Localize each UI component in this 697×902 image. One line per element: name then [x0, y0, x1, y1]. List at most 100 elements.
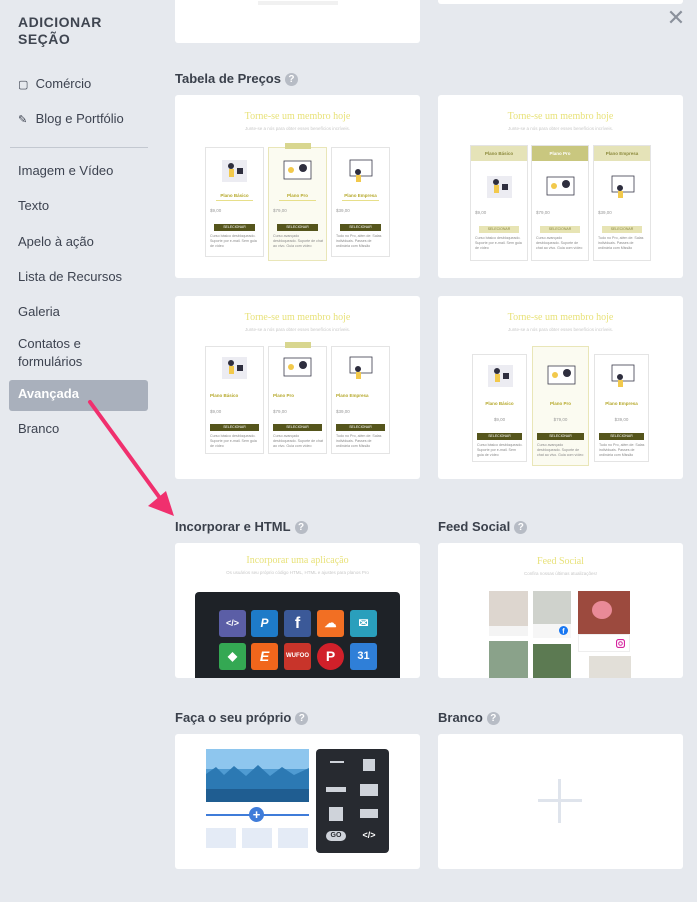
sidebar-item-imagem-video[interactable]: Imagem e Vídeo: [18, 162, 150, 180]
social-subheading: Confira nossas últimas atualizações!: [523, 571, 598, 576]
plan-tag: [285, 143, 311, 149]
social-heading: Feed Social: [537, 556, 584, 567]
plan-select-button: SELECIONAR: [537, 433, 584, 440]
wufoo-icon: WUFOO: [284, 643, 311, 670]
plan-name: Plano Pro: [549, 401, 571, 406]
sidebar-item-lista-recursos[interactable]: Lista de Recursos: [18, 268, 150, 286]
plan-price: $39,00: [598, 210, 612, 215]
plan-select-button: SELECIONAR: [477, 433, 522, 440]
plan-name: Plano Básico: [210, 393, 239, 398]
embed-template[interactable]: Incorporar uma aplicação Os usuários seu…: [175, 543, 420, 678]
plan-desc: Curso básico desbloqueado. Suporte por e…: [210, 234, 257, 248]
plan-column: Plano Pro $79,00 SELECIONAR Curso avança…: [532, 346, 589, 466]
sidebar-title: ADICIONAR SEÇÃO: [18, 14, 102, 47]
plan-price: $79,00: [273, 208, 287, 213]
plan-name: Plano Básico: [220, 193, 249, 198]
pricing-subheading: Junte-se a nós para obter esses benefíci…: [507, 327, 614, 332]
section-title-social: Feed Social?: [438, 519, 528, 534]
presentation-illustration-icon: [547, 365, 576, 385]
plan-desc: Curso básico desbloqueado. Suporte por e…: [210, 434, 257, 448]
plan-desc: Curso básico desbloqueado. Suporte por e…: [475, 236, 522, 250]
sidebar-divider: [10, 147, 148, 148]
list-icon: [360, 784, 378, 796]
blank-template[interactable]: [438, 734, 683, 869]
pricing-subheading: Junte-se a nós para obter esses benefíci…: [244, 126, 351, 131]
social-feed-template[interactable]: Feed Social Confira nossas últimas atual…: [438, 543, 683, 678]
plan-name: Plano Empresa: [344, 193, 377, 198]
section-title-embed: Incorporar e HTML?: [175, 519, 308, 534]
plan-column: Plano Pro $79,00 SELECIONAR Curso avança…: [268, 143, 327, 261]
google-maps-icon: ◆: [219, 643, 246, 670]
embed-heading: Incorporar uma aplicação: [246, 555, 349, 566]
help-icon[interactable]: ?: [486, 712, 500, 725]
help-icon[interactable]: ?: [514, 521, 528, 534]
code-icon: </>: [219, 610, 246, 637]
section-title-pricing: Tabela de Preços?: [175, 71, 298, 86]
screen-illustration-icon: [349, 159, 373, 182]
sidebar-item-branco[interactable]: Branco: [18, 420, 150, 438]
sidebar-item-label: Blog e Portfólio: [35, 111, 124, 126]
feed-caption: [489, 626, 528, 636]
help-icon[interactable]: ?: [294, 521, 308, 534]
close-icon[interactable]: ✕: [666, 7, 686, 29]
feed-caption: [578, 634, 630, 652]
plan-rule: [216, 200, 253, 201]
person-illustration-icon: [487, 176, 512, 198]
pricing-template-2[interactable]: Torne-se um membro hoje Junte-se a nós p…: [438, 95, 683, 278]
sidebar-item-avancada-label: Avançada: [18, 386, 79, 401]
plan-column: Plano Básico $9,00 SELECIONAR Curso bási…: [470, 145, 528, 261]
section-card-previous-1[interactable]: [175, 0, 420, 43]
plan-price: $9,00: [210, 409, 222, 414]
sidebar-item-contatos[interactable]: Contatos e formulários: [18, 335, 128, 371]
plan-name: Plano Pro: [532, 146, 588, 161]
plan-desc: Curso avançado desbloqueado. Suporte de …: [536, 236, 583, 250]
bag-icon: [206, 828, 236, 848]
sidebar-item-galeria[interactable]: Galeria: [18, 303, 150, 321]
pricing-template-4[interactable]: Torne-se um membro hoje Junte-se a nós p…: [438, 296, 683, 479]
plan-price: $79,00: [273, 409, 287, 414]
plan-select-button: SELECIONAR: [479, 226, 519, 233]
feed-photo: [489, 591, 528, 626]
section-title-text: Faça o seu próprio: [175, 710, 292, 725]
pricing-heading: Torne-se um membro hoje: [244, 111, 351, 122]
plan-column: Plano Básico $9,00 SELECIONAR Curso bási…: [205, 147, 264, 257]
section-card-previous-2[interactable]: [438, 0, 683, 4]
section-title-text: Incorporar e HTML: [175, 519, 291, 534]
person-illustration-icon: [488, 365, 513, 387]
sidebar: ADICIONAR SEÇÃO ▢ Comércio ✎ Blog e Port…: [0, 0, 158, 902]
feed-caption: f: [533, 624, 571, 638]
sidebar-item-label: Comércio: [35, 76, 92, 91]
pricing-template-3[interactable]: Torne-se um membro hoje Junte-se a nós p…: [175, 296, 420, 479]
build-your-own-template[interactable]: + GO </>: [175, 734, 420, 869]
pricing-template-1[interactable]: Torne-se um membro hoje Junte-se a nós p…: [175, 95, 420, 278]
add-block-icon: +: [249, 807, 264, 822]
help-icon[interactable]: ?: [284, 73, 298, 86]
sidebar-item-comercio[interactable]: ▢ Comércio: [18, 75, 150, 94]
pricing-heading: Torne-se um membro hoje: [507, 312, 614, 323]
plan-column: Plano Empresa $39,00 SELECIONAR Tudo no …: [593, 145, 651, 261]
person-illustration-icon: [222, 357, 247, 379]
paypal-icon: P: [251, 610, 278, 637]
image-text-icon: [360, 809, 378, 818]
sidebar-item-apelo[interactable]: Apelo à ação: [18, 233, 150, 251]
help-icon[interactable]: ?: [295, 712, 309, 725]
plan-desc: Tudo no Pro, além de: Salas individuais.…: [599, 443, 645, 457]
plan-rule: [279, 200, 316, 201]
plan-select-button: SELECIONAR: [599, 433, 644, 440]
sidebar-item-texto[interactable]: Texto: [18, 197, 150, 215]
plan-desc: Curso avançado desbloqueado. Suporte de …: [273, 434, 323, 448]
plan-select-button: SELECIONAR: [602, 226, 642, 233]
bag-icon: [242, 828, 272, 848]
plan-select-button: SELECIONAR: [540, 226, 580, 233]
plan-select-button: SELECIONAR: [210, 424, 259, 431]
feed-photo: [578, 591, 630, 638]
plan-price: $9,00: [475, 210, 487, 215]
plan-column: Plano Empresa $39,00 SELECIONAR Tudo no …: [331, 147, 390, 257]
plan-tag: [285, 342, 311, 348]
screen-illustration-icon: [611, 364, 635, 387]
plan-price: $39,00: [614, 417, 629, 422]
pricing-subheading: Junte-se a nós para obter esses benefíci…: [244, 327, 351, 332]
plan-desc: Curso básico desbloqueado. Suporte por e…: [477, 443, 523, 457]
section-title-text: Feed Social: [438, 519, 511, 534]
sidebar-item-blog[interactable]: ✎ Blog e Portfólio: [18, 110, 150, 129]
